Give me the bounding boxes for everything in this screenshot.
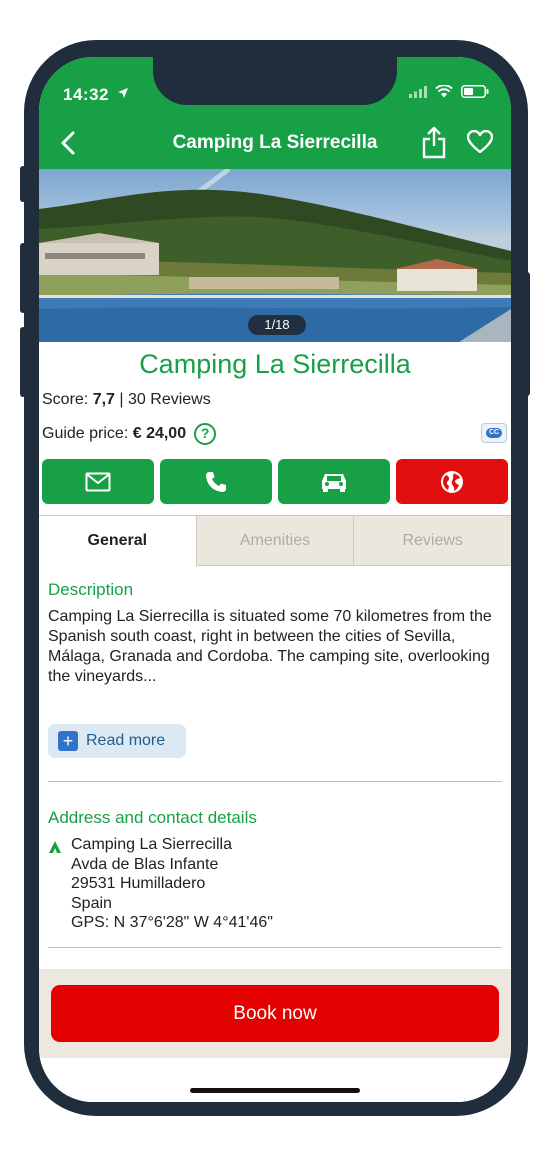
notch xyxy=(153,57,397,105)
phone-button[interactable] xyxy=(160,459,272,504)
tab-bar: General Amenities Reviews xyxy=(39,515,511,566)
globe-icon xyxy=(441,470,463,493)
mail-icon xyxy=(85,472,111,491)
power-button xyxy=(524,272,530,396)
divider xyxy=(48,947,502,948)
credit-card-badge: CC xyxy=(481,423,507,443)
description-text: Camping La Sierrecilla is situated some … xyxy=(48,608,492,685)
contact-actions xyxy=(42,459,508,504)
location-arrow-icon xyxy=(118,88,128,98)
email-button[interactable] xyxy=(42,459,154,504)
score-separator: | xyxy=(119,391,124,408)
booking-bar: Book now xyxy=(39,969,511,1102)
car-icon xyxy=(322,473,346,492)
reviews-count[interactable]: 30 Reviews xyxy=(128,391,211,408)
read-more-button[interactable]: + Read more xyxy=(48,724,186,758)
read-more-label: Read more xyxy=(86,732,166,749)
address-block: Camping La Sierrecilla Avda de Blas Infa… xyxy=(71,835,273,933)
app-screen: 14:32 Camping La Sierrecilla 1/18 Campin… xyxy=(39,57,511,1102)
price-label: Guide price: xyxy=(42,425,129,442)
description-title: Description xyxy=(48,580,134,599)
wifi-icon xyxy=(435,85,453,98)
cc-badge-label: CC xyxy=(486,428,502,438)
phone-icon xyxy=(206,471,226,492)
plus-icon: + xyxy=(58,731,78,751)
divider xyxy=(48,781,502,782)
address-country: Spain xyxy=(71,894,112,912)
signal-icon xyxy=(409,85,427,98)
address-street: Avda de Blas Infante xyxy=(71,855,219,873)
price-value: € 24,00 xyxy=(132,425,187,442)
silent-switch xyxy=(20,166,26,202)
volume-up-button xyxy=(20,243,26,313)
share-icon[interactable] xyxy=(421,125,447,159)
status-time: 14:32 xyxy=(63,85,109,104)
help-icon[interactable]: ? xyxy=(194,423,217,445)
score-value: 7,7 xyxy=(92,391,115,408)
tent-icon xyxy=(49,841,61,853)
home-indicator[interactable] xyxy=(190,1088,360,1093)
site-name: Camping La Sierrecilla xyxy=(139,349,411,379)
battery-icon xyxy=(461,85,489,98)
tab-reviews[interactable]: Reviews xyxy=(353,516,511,566)
address-title: Address and contact details xyxy=(48,808,257,827)
heart-icon[interactable] xyxy=(467,130,493,154)
status-icons xyxy=(409,85,489,98)
score-label: Score: xyxy=(42,391,89,408)
website-button[interactable] xyxy=(396,459,508,504)
tab-amenities[interactable]: Amenities xyxy=(195,516,354,566)
book-now-button[interactable]: Book now xyxy=(51,985,499,1042)
address-gps[interactable]: GPS: N 37°6'28" W 4°41'46" xyxy=(71,913,273,933)
directions-button[interactable] xyxy=(278,459,390,504)
photo-counter: 1/18 xyxy=(248,315,306,335)
price-line: Guide price: € 24,00 ? xyxy=(42,423,217,445)
address-name: Camping La Sierrecilla xyxy=(71,836,232,853)
address-city: 29531 Humilladero xyxy=(71,875,206,892)
safe-area xyxy=(39,1058,511,1102)
volume-down-button xyxy=(20,327,26,397)
score-line: Score: 7,7 | 30 Reviews xyxy=(42,391,211,409)
tab-general[interactable]: General xyxy=(39,516,196,566)
